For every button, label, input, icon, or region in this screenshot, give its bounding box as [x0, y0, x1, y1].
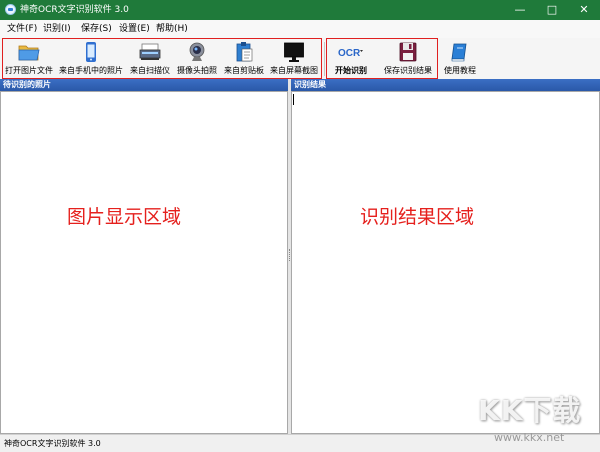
- webcam-capture-button[interactable]: 摄像头拍照: [174, 38, 220, 79]
- menu-settings[interactable]: 设置(E): [119, 24, 150, 35]
- ocr-icon: OCR: [336, 41, 366, 63]
- minimize-button[interactable]: —: [504, 0, 536, 20]
- menu-help[interactable]: 帮助(H): [156, 24, 188, 35]
- svg-text:OCR: OCR: [338, 48, 361, 59]
- from-phone-label: 来自手机中的照片: [59, 66, 123, 75]
- recognition-result-textarea[interactable]: 识别结果区域: [291, 91, 600, 434]
- watermark-url: www.kkx.net: [494, 431, 565, 444]
- clipboard-icon: [233, 41, 255, 63]
- right-pane-header: 识别结果: [291, 79, 600, 91]
- from-scanner-label: 来自扫描仪: [130, 66, 170, 75]
- text-caret: [293, 94, 294, 105]
- watermark-brand: KK下载: [478, 394, 582, 427]
- save-results-label: 保存识别结果: [384, 66, 432, 75]
- image-display-pane[interactable]: 图片显示区域: [0, 91, 288, 434]
- webcam-capture-label: 摄像头拍照: [177, 66, 217, 75]
- menu-save[interactable]: 保存(S): [81, 24, 112, 35]
- tutorial-button[interactable]: 使用教程: [441, 38, 479, 79]
- from-clipboard-button[interactable]: 来自剪贴板: [221, 38, 267, 79]
- status-text: 神奇OCR文字识别软件 3.0: [4, 439, 101, 448]
- window-title: 神奇OCR文字识别软件 3.0: [20, 5, 129, 15]
- watermark: KK下载 www.kkx.net: [478, 394, 598, 448]
- monitor-icon: [283, 41, 305, 63]
- screen-capture-label: 来自屏幕截图: [270, 66, 318, 75]
- start-recognition-button[interactable]: OCR 开始识别: [328, 38, 374, 79]
- start-recognition-label: 开始识别: [335, 66, 367, 75]
- folder-icon: [18, 41, 40, 63]
- scanner-icon: [139, 41, 161, 63]
- result-area-placeholder: 识别结果区域: [360, 206, 475, 228]
- tutorial-label: 使用教程: [444, 66, 476, 75]
- close-button[interactable]: ✕: [568, 0, 600, 20]
- phone-icon: [80, 41, 102, 63]
- left-pane-header: 待识别的照片: [0, 79, 288, 91]
- book-icon: [449, 41, 471, 63]
- from-scanner-button[interactable]: 来自扫描仪: [127, 38, 173, 79]
- toolbar-separator: [324, 42, 325, 76]
- toolbar: 打开图片文件 来自手机中的照片 来自扫描仪 摄像头拍照 来自剪贴板 来自屏幕截图…: [0, 38, 600, 79]
- app-icon: [5, 4, 16, 15]
- screen-capture-button[interactable]: 来自屏幕截图: [268, 38, 320, 79]
- image-area-placeholder: 图片显示区域: [67, 206, 182, 228]
- menu-recognize[interactable]: 识别(I): [43, 24, 71, 35]
- maximize-button[interactable]: □: [536, 0, 568, 20]
- from-phone-button[interactable]: 来自手机中的照片: [56, 38, 126, 79]
- open-image-file-label: 打开图片文件: [5, 66, 53, 75]
- save-results-button[interactable]: 保存识别结果: [378, 38, 438, 79]
- menu-file[interactable]: 文件(F): [7, 24, 37, 35]
- floppy-disk-icon: [397, 41, 419, 63]
- open-image-file-button[interactable]: 打开图片文件: [3, 38, 55, 79]
- from-clipboard-label: 来自剪贴板: [224, 66, 264, 75]
- title-bar: 神奇OCR文字识别软件 3.0 — □ ✕: [0, 0, 600, 20]
- menu-bar: 文件(F) 识别(I) 保存(S) 设置(E) 帮助(H): [0, 20, 600, 38]
- webcam-icon: [186, 41, 208, 63]
